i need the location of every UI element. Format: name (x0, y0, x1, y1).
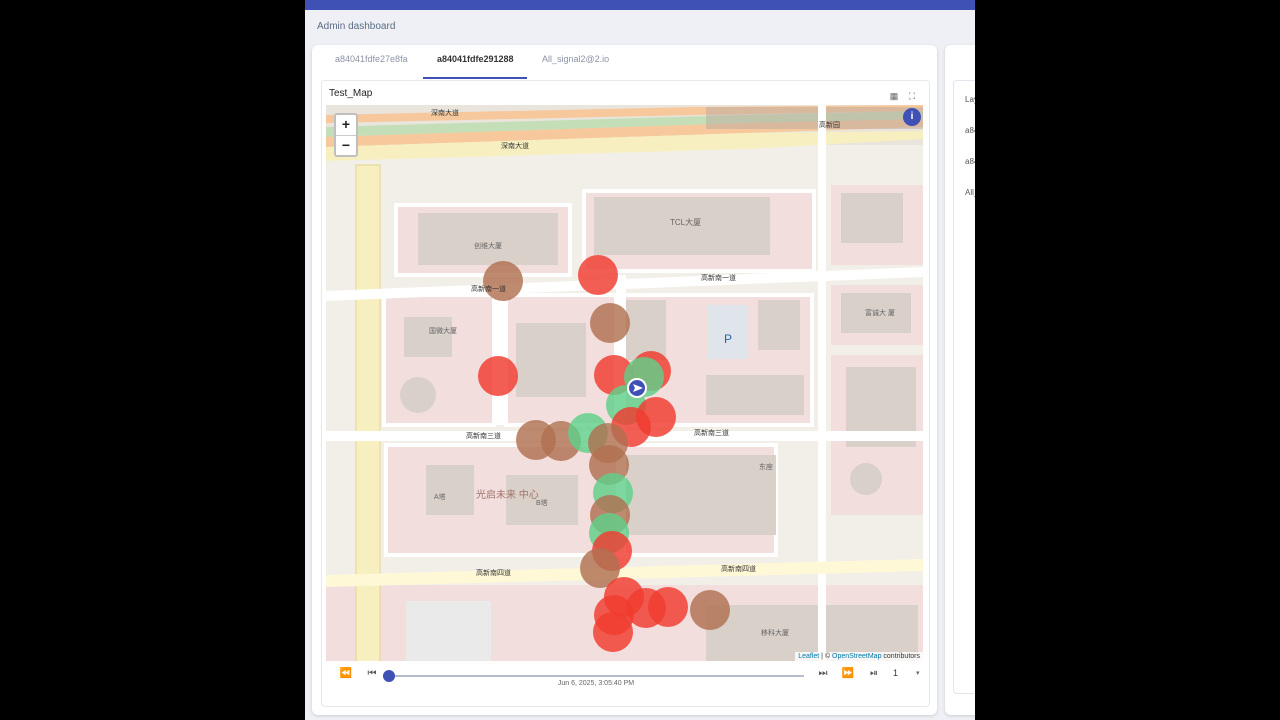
info-icon[interactable]: i (903, 108, 921, 126)
place-label: A塔 (434, 492, 446, 501)
tab-device-2[interactable]: a84041fdfe291288 (437, 54, 514, 64)
heat-point (483, 261, 523, 301)
skip-start-icon[interactable]: ⏮ (365, 668, 379, 679)
attribution-tail: contributors (881, 653, 920, 660)
map-view[interactable]: 深南大道 深南大道 高新南一道 高新南一道 高新南三道 高新南三道 高新南四道 … (326, 105, 923, 661)
map-attribution: Leaflet | © OpenStreetMap contributors (795, 652, 923, 661)
app-root: Admin dashboard Lay a84 a84 All_ a84041f… (305, 0, 975, 720)
heat-point (593, 612, 633, 652)
place-label: 东座 (759, 462, 773, 471)
place-label: 富诚大 厦 (865, 308, 895, 317)
layers-row[interactable]: All_ (965, 188, 975, 197)
breadcrumb: Admin dashboard (317, 21, 396, 32)
place-label: TCL大厦 (670, 217, 701, 227)
layers-panel: Lay a84 a84 All_ (953, 80, 975, 694)
street-label: 高新南四道 (476, 568, 511, 577)
parking-label: P (724, 332, 732, 346)
street-label: 高新南四道 (721, 564, 756, 573)
location-marker[interactable] (627, 378, 647, 398)
place-label: 创维大厦 (474, 241, 502, 250)
timeline-track[interactable] (390, 675, 804, 677)
download-icon[interactable]: ▦ (888, 90, 900, 102)
street-label: 深南大道 (501, 141, 529, 150)
play-icon[interactable]: ⏯ (867, 668, 881, 679)
place-label: 移科大厦 (761, 628, 789, 637)
street-label: 高新南一道 (701, 273, 736, 282)
zoom-in-button[interactable]: + (336, 115, 356, 136)
attribution-separator: | © (819, 653, 833, 660)
zoom-control: + − (334, 113, 358, 157)
timeline-bar: ⏪ ⏮ Jun 6, 2025, 3:05:40 PM ⏭ ⏩ ⏯ 1 ▾ (326, 662, 923, 702)
layers-row[interactable]: a84 (965, 157, 975, 166)
place-label: 光启未来 中心 (476, 488, 539, 501)
map-canvas[interactable]: 深南大道 深南大道 高新南一道 高新南一道 高新南三道 高新南三道 高新南四道 … (326, 105, 923, 661)
heat-point (590, 303, 630, 343)
heat-point (690, 590, 730, 630)
fullscreen-icon[interactable]: ⛶ (906, 90, 918, 102)
layers-row[interactable]: a84 (965, 126, 975, 135)
layers-row[interactable]: Lay (965, 95, 975, 104)
heat-point (478, 356, 518, 396)
active-tab-indicator (423, 77, 527, 79)
map-title: Test_Map (329, 88, 373, 99)
leaflet-link[interactable]: Leaflet (798, 653, 819, 660)
street-label: 深南大道 (431, 108, 459, 117)
rewind-icon[interactable]: ⏪ (339, 668, 353, 679)
playback-speed[interactable]: 1 (893, 668, 898, 678)
place-label: 国微大厦 (429, 326, 457, 335)
osm-link[interactable]: OpenStreetMap (832, 653, 881, 660)
top-app-bar (305, 0, 975, 10)
heat-point (578, 255, 618, 295)
tab-signal[interactable]: All_signal2@2.io (542, 54, 609, 64)
fast-forward-icon[interactable]: ⏩ (841, 668, 855, 679)
street-label: 高新园 (819, 120, 840, 129)
heat-point (648, 587, 688, 627)
chevron-down-icon[interactable]: ▾ (916, 669, 920, 677)
zoom-out-button[interactable]: − (336, 136, 356, 156)
tab-device-1[interactable]: a84041fdfe27e8fa (335, 54, 408, 64)
street-label: 高新南三道 (694, 428, 729, 437)
street-label: 高新南三道 (466, 431, 501, 440)
street-label: 高新南一道 (471, 284, 506, 293)
timeline-timestamp: Jun 6, 2025, 3:05:40 PM (557, 680, 635, 687)
skip-end-icon[interactable]: ⏭ (816, 668, 830, 679)
